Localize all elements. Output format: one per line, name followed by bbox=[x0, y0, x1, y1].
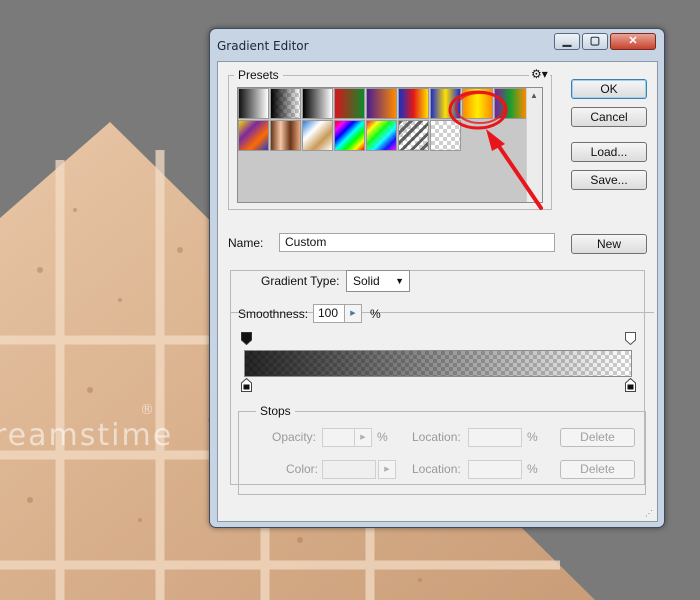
smoothness-unit: % bbox=[370, 307, 381, 321]
watermark-registered-mark: ® bbox=[140, 402, 154, 418]
color-stepper[interactable]: ▶ bbox=[378, 460, 396, 479]
opacity-label: Opacity: bbox=[272, 430, 317, 444]
cancel-button[interactable]: Cancel bbox=[571, 107, 647, 127]
preset-swatch[interactable] bbox=[302, 120, 333, 151]
color-swatch[interactable] bbox=[322, 460, 376, 479]
preset-swatch[interactable] bbox=[494, 88, 527, 119]
minimize-button[interactable]: ▁ bbox=[554, 33, 580, 50]
close-icon: ✕ bbox=[628, 35, 638, 47]
preset-swatch[interactable] bbox=[366, 88, 397, 119]
color-stop-left[interactable] bbox=[241, 378, 252, 392]
preset-swatch[interactable] bbox=[430, 88, 461, 119]
window-title: Gradient Editor bbox=[217, 39, 309, 53]
preset-swatch[interactable] bbox=[302, 88, 333, 119]
opacity-location-label: Location: bbox=[412, 430, 461, 444]
gradient-preview-fill bbox=[245, 351, 631, 376]
stops-group bbox=[238, 411, 646, 495]
color-delete-button[interactable]: Delete bbox=[560, 460, 635, 479]
opacity-stop-left[interactable] bbox=[241, 332, 252, 345]
new-button[interactable]: New bbox=[571, 234, 647, 254]
opacity-location-field[interactable] bbox=[468, 428, 522, 447]
maximize-button[interactable]: ▢ bbox=[582, 33, 608, 50]
name-label: Name: bbox=[228, 236, 264, 250]
preset-swatch[interactable] bbox=[334, 88, 365, 119]
presets-scrollbar[interactable]: ▲ bbox=[526, 88, 542, 202]
preset-swatch[interactable] bbox=[238, 88, 269, 119]
preset-swatch[interactable] bbox=[398, 88, 429, 119]
preset-swatch[interactable] bbox=[270, 120, 301, 151]
minimize-icon: ▁ bbox=[562, 35, 572, 47]
opacity-unit: % bbox=[377, 430, 388, 444]
preset-swatch[interactable] bbox=[238, 120, 269, 151]
title-bar[interactable]: Gradient Editor ▁ ▢ ✕ bbox=[210, 29, 664, 61]
preset-swatch[interactable] bbox=[334, 120, 365, 151]
maximize-icon: ▢ bbox=[589, 35, 601, 47]
save-button[interactable]: Save... bbox=[571, 170, 647, 190]
color-location-unit: % bbox=[527, 462, 538, 476]
presets-label: Presets bbox=[234, 68, 283, 82]
preset-swatch[interactable] bbox=[366, 120, 397, 151]
gear-icon[interactable]: ⚙▾ bbox=[529, 67, 550, 81]
opacity-stop-right[interactable] bbox=[625, 332, 636, 345]
gradient-type-select[interactable]: Solid ▼ bbox=[346, 270, 410, 292]
preset-swatch[interactable] bbox=[270, 88, 301, 119]
gradient-type-label: Gradient Type: bbox=[258, 274, 343, 288]
gradient-type-value: Solid bbox=[353, 274, 380, 288]
close-button[interactable]: ✕ bbox=[610, 33, 656, 50]
name-field[interactable]: Custom bbox=[279, 233, 555, 252]
stops-label: Stops bbox=[256, 404, 295, 418]
smoothness-stepper[interactable]: ▶ bbox=[344, 304, 362, 323]
opacity-delete-button[interactable]: Delete bbox=[560, 428, 635, 447]
gradient-preview-bar[interactable] bbox=[244, 350, 632, 377]
smoothness-field[interactable]: 100 bbox=[313, 304, 345, 323]
watermark-text: reamstime bbox=[0, 418, 174, 453]
color-label: Color: bbox=[286, 462, 319, 476]
opacity-location-unit: % bbox=[527, 430, 538, 444]
load-button[interactable]: Load... bbox=[571, 142, 647, 162]
color-location-label: Location: bbox=[412, 462, 461, 476]
color-stop-right[interactable] bbox=[625, 378, 636, 392]
presets-swatch-grid: ▲ bbox=[237, 87, 543, 203]
chevron-down-icon: ▼ bbox=[395, 276, 404, 286]
smoothness-label: Smoothness: bbox=[238, 307, 309, 321]
ok-button[interactable]: OK bbox=[571, 79, 647, 99]
presets-group: Presets ⚙▾ ▲ bbox=[228, 67, 552, 210]
gradient-editor-window: Gradient Editor ▁ ▢ ✕ Presets ⚙▾ ▲ OK Ca… bbox=[209, 28, 665, 528]
resize-grip-icon[interactable]: ⋰ bbox=[645, 509, 653, 518]
scroll-up-icon[interactable]: ▲ bbox=[530, 91, 538, 100]
color-location-field[interactable] bbox=[468, 460, 522, 479]
preset-swatch[interactable] bbox=[430, 120, 461, 151]
preset-swatch-highlighted[interactable] bbox=[462, 88, 493, 119]
dialog-client-area: Presets ⚙▾ ▲ OK Cancel Load... Save... N… bbox=[217, 61, 658, 522]
opacity-stepper[interactable]: ▶ bbox=[354, 428, 372, 447]
preset-swatch[interactable] bbox=[398, 120, 429, 151]
